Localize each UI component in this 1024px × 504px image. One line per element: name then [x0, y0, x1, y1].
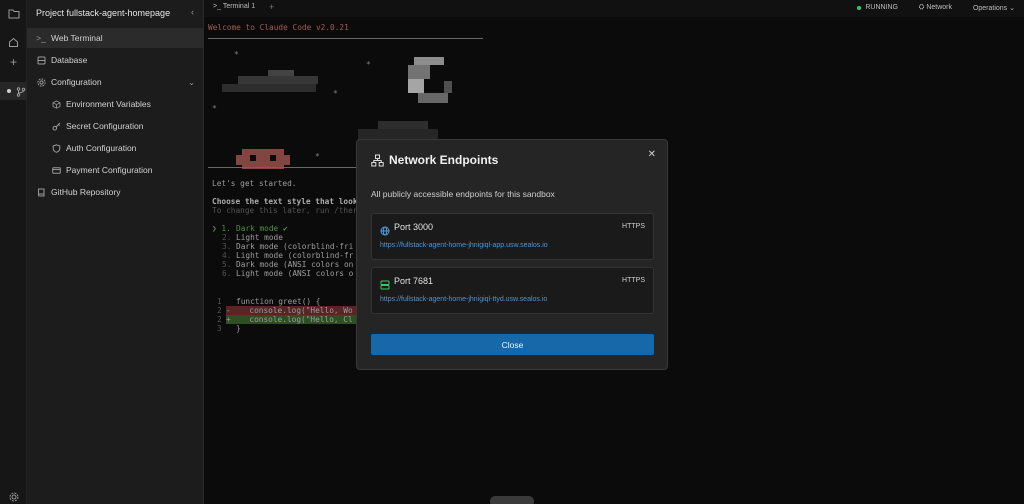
sidebar-item-auth-configuration[interactable]: Auth Configuration [27, 138, 204, 158]
status-label: RUNNING [865, 4, 898, 11]
endpoint-protocol: HTTPS [622, 223, 645, 230]
sidebar-item-label: Environment Variables [66, 99, 151, 109]
endpoint-port: Port 7681 [394, 276, 434, 286]
terminal-header: >_ Terminal 1 + RUNNING ⛭ Network Operat… [204, 0, 1024, 17]
server-icon [380, 277, 390, 290]
sidebar-item-label: Configuration [51, 77, 102, 87]
sidebar-item-label: Web Terminal [51, 33, 103, 43]
sidebar-item-label: Payment Configuration [66, 165, 153, 175]
globe-icon [380, 223, 390, 236]
tab-terminal-1[interactable]: >_ Terminal 1 [213, 3, 255, 10]
endpoint-card: Port 3000 HTTPS https://fullstack-agent-… [371, 213, 654, 260]
key-icon [51, 121, 61, 131]
scroll-to-bottom-button[interactable] [490, 496, 534, 504]
sidebar-item-configuration[interactable]: Configuration ⌄ [27, 72, 204, 92]
chevron-down-icon[interactable]: ⌄ [188, 78, 195, 87]
card-icon [51, 165, 61, 175]
status-dot [857, 5, 862, 10]
sidebar-item-label: GitHub Repository [51, 187, 121, 197]
collapse-sidebar-icon[interactable]: ‹ [191, 7, 194, 17]
operations-label: Operations [972, 5, 1008, 12]
gear-icon [36, 77, 46, 87]
database-icon [36, 55, 46, 65]
add-icon[interactable]: + [7, 55, 20, 69]
sidebar-item-web-terminal[interactable]: >_ Web Terminal [27, 28, 204, 48]
close-icon[interactable]: ✕ [648, 149, 656, 160]
status-badge: RUNNING [857, 4, 898, 11]
settings-icon[interactable] [7, 490, 20, 503]
network-button[interactable]: ⛭ Network [919, 4, 952, 12]
sidebar: Project fullstack-agent-homepage ‹ >_ We… [27, 0, 204, 504]
project-title: Project fullstack-agent-homepage [36, 8, 171, 18]
new-tab-button[interactable]: + [269, 2, 274, 12]
endpoint-protocol: HTTPS [622, 277, 645, 284]
active-dot [7, 89, 11, 93]
sidebar-item-secret-configuration[interactable]: Secret Configuration [27, 116, 204, 136]
network-label: Network [926, 4, 952, 11]
shield-icon [51, 143, 61, 153]
terminal-tab-icon: >_ [213, 3, 223, 10]
operations-menu[interactable]: Operations ⌄ [973, 4, 1015, 12]
terminal-icon: >_ [36, 33, 46, 43]
sidebar-item-github-repository[interactable]: GitHub Repository [27, 182, 204, 202]
branch-icon[interactable] [14, 85, 27, 98]
sidebar-item-payment-configuration[interactable]: Payment Configuration [27, 160, 204, 180]
endpoint-url-link[interactable]: https://fullstack-agent-home-jhnigiql-tt… [380, 296, 547, 303]
sidebar-item-label: Secret Configuration [66, 121, 144, 131]
folder-icon[interactable] [7, 7, 20, 20]
endpoint-url-link[interactable]: https://fullstack-agent-home-jhnigiql-ap… [380, 242, 548, 249]
endpoint-port: Port 3000 [394, 222, 434, 232]
cube-icon [51, 99, 61, 109]
activity-rail: + [0, 0, 27, 504]
dialog-description: All publicly accessible endpoints for th… [371, 189, 555, 199]
close-button[interactable]: Close [371, 334, 654, 355]
network-icon [371, 154, 384, 167]
sidebar-item-label: Database [51, 55, 88, 65]
dialog-title: Network Endpoints [389, 153, 499, 167]
endpoint-card: Port 7681 HTTPS https://fullstack-agent-… [371, 267, 654, 314]
sidebar-item-label: Auth Configuration [66, 143, 137, 153]
home-icon[interactable] [7, 36, 20, 49]
book-icon [36, 187, 46, 197]
sidebar-item-database[interactable]: Database [27, 50, 204, 70]
tab-label: Terminal 1 [222, 3, 256, 10]
network-endpoints-dialog: Network Endpoints ✕ All publicly accessi… [356, 139, 668, 370]
chevron-down-icon: ⌄ [1007, 5, 1015, 12]
sidebar-item-environment-variables[interactable]: Environment Variables [27, 94, 204, 114]
